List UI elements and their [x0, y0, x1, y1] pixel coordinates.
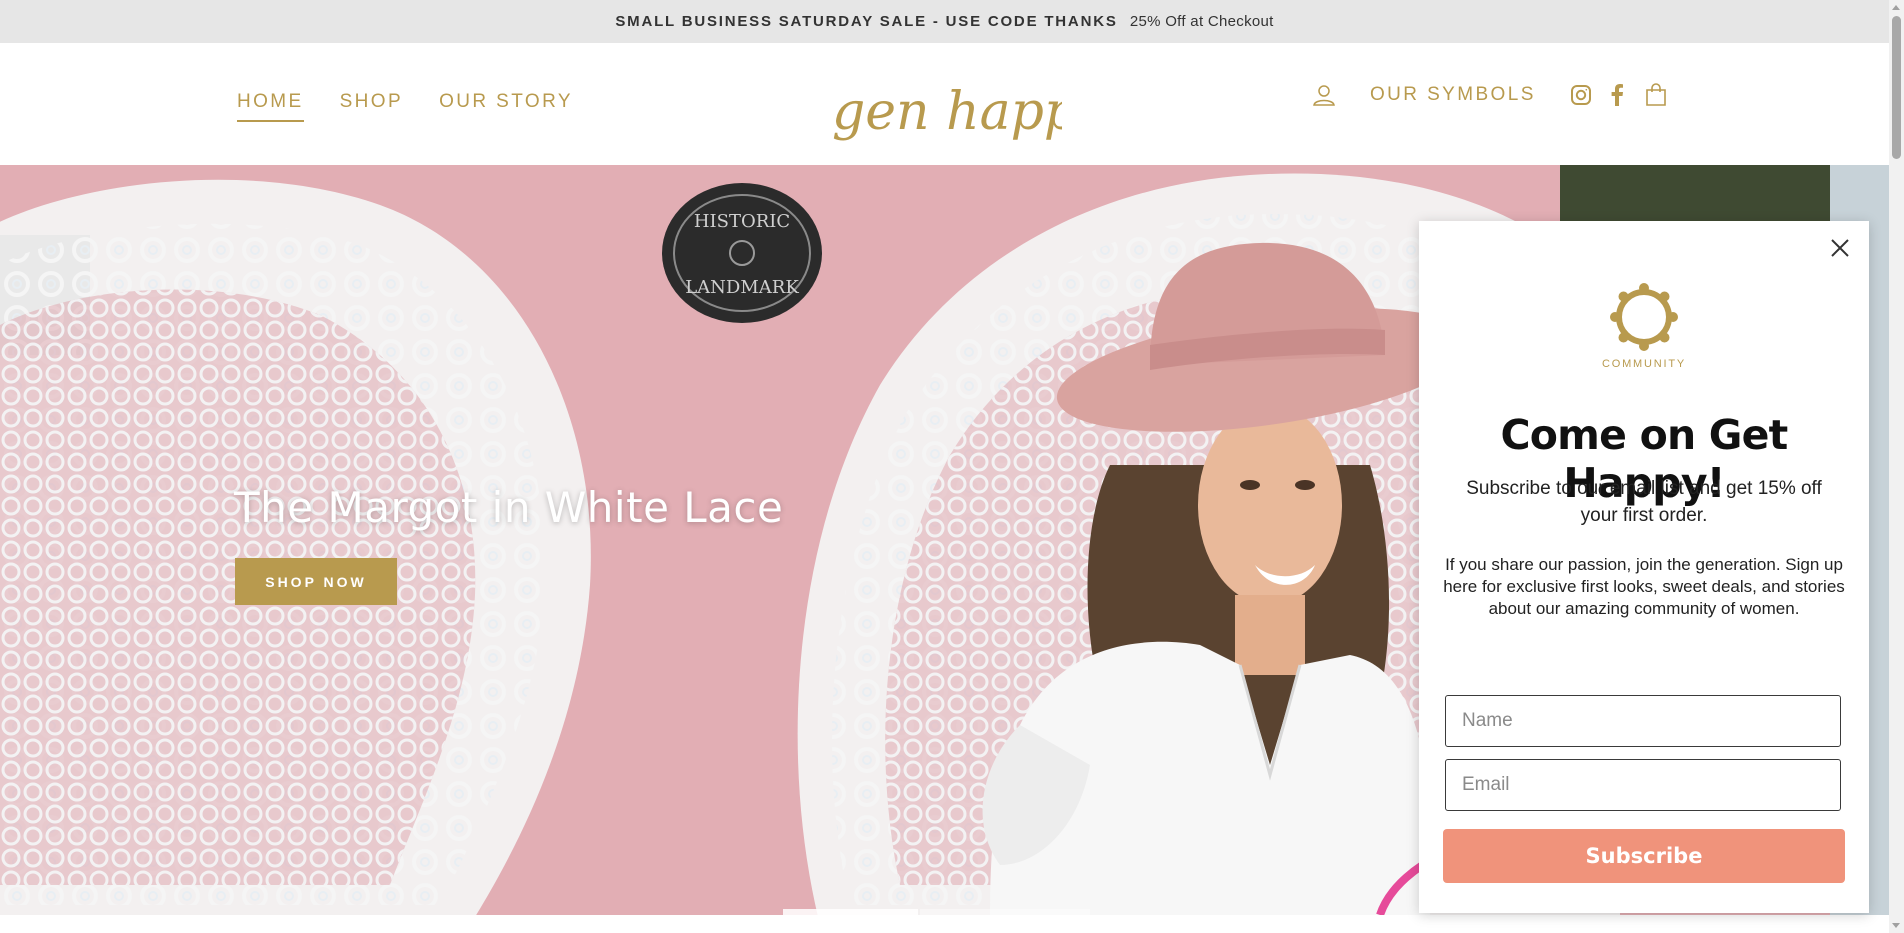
page-bottom	[0, 915, 1889, 933]
email-field[interactable]	[1445, 759, 1841, 811]
plaque-line-2: LANDMARK	[685, 277, 799, 298]
page-scrollbar[interactable]	[1889, 0, 1904, 933]
shop-now-button[interactable]: SHOP NOW	[235, 558, 397, 605]
scrollbar-thumb[interactable]	[1892, 16, 1901, 159]
announcement-highlight: SMALL BUSINESS SATURDAY SALE - USE CODE …	[615, 13, 1118, 30]
instagram-icon[interactable]	[1570, 84, 1592, 106]
close-icon	[1831, 239, 1849, 257]
cart-icon[interactable]	[1644, 83, 1668, 107]
sun-community-icon	[1610, 283, 1678, 351]
popup-body-text: If you share our passion, join the gener…	[1443, 555, 1845, 618]
nav-shop-link[interactable]: SHOP	[340, 91, 403, 122]
facebook-icon[interactable]	[1610, 84, 1624, 106]
popup-subtitle: Subscribe to our email list and get 15% …	[1466, 478, 1822, 526]
site-header: HOME SHOP OUR STORY gen happy OUR SYMBOL…	[0, 43, 1889, 165]
logo-text: gen happy	[832, 82, 1062, 142]
our-symbols-link[interactable]: OUR SYMBOLS	[1370, 84, 1536, 106]
hero-title: The Margot in White Lace	[234, 483, 784, 532]
nav-our-story-link[interactable]: OUR STORY	[439, 91, 573, 122]
community-label: COMMUNITY	[1601, 358, 1687, 370]
name-field[interactable]	[1445, 695, 1841, 747]
announcement-detail: 25% Off at Checkout	[1129, 13, 1274, 30]
account-icon[interactable]	[1312, 83, 1336, 107]
plaque-line-1: HISTORIC	[694, 211, 790, 232]
scroll-up-icon[interactable]	[1892, 5, 1900, 10]
gen-happy-logo[interactable]: gen happy	[828, 53, 1062, 163]
close-popup-button[interactable]	[1827, 235, 1853, 261]
email-signup-popup: COMMUNITY Come on Get Happy! Subscribe t…	[1419, 221, 1869, 913]
subscribe-button[interactable]: Subscribe	[1443, 829, 1845, 883]
nav-home-link[interactable]: HOME	[237, 91, 304, 122]
announcement-bar: SMALL BUSINESS SATURDAY SALE - USE CODE …	[0, 0, 1889, 43]
scroll-down-icon[interactable]	[1892, 923, 1900, 928]
header-utility-nav: OUR SYMBOLS	[1312, 83, 1668, 107]
main-nav: HOME SHOP OUR STORY	[237, 91, 573, 122]
